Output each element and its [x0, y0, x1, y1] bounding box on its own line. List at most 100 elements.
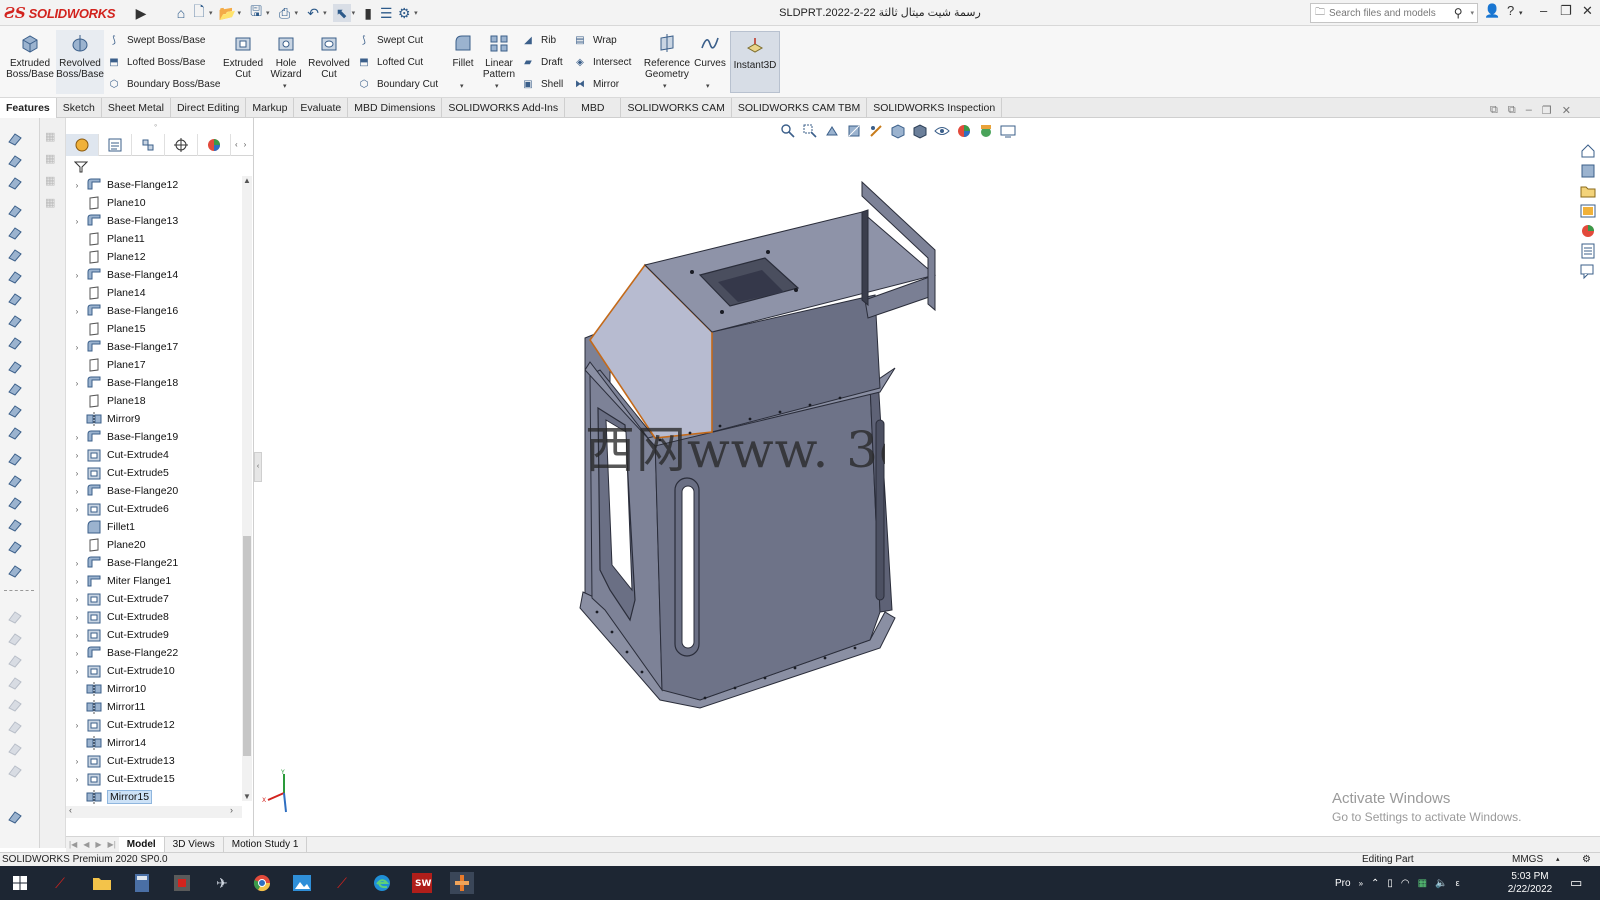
tabs-last-icon[interactable]: ▶|	[105, 840, 119, 849]
customize-status-icon[interactable]: ⚙	[1582, 853, 1591, 866]
pdf-app-icon[interactable]: ⟋	[48, 872, 72, 894]
tree-item[interactable]: › Base-Flange19	[66, 428, 242, 446]
swept-boss-button[interactable]: ⟆ Swept Boss/Base	[106, 31, 205, 49]
closed-corner-icon[interactable]	[6, 740, 24, 758]
windows-start-icon[interactable]	[8, 872, 32, 894]
simple-hole-icon[interactable]	[6, 538, 24, 556]
lofted-boss-button[interactable]: ⬒ Lofted Boss/Base	[106, 53, 205, 71]
boundary-boss-button[interactable]: ⬡ Boundary Boss/Base	[106, 75, 221, 93]
toolbar-icon-1[interactable]: ▦	[45, 130, 55, 143]
tree-item[interactable]: › Base-Flange14	[66, 266, 242, 284]
help-icon[interactable]: ?	[1507, 3, 1514, 18]
taskbar-clock[interactable]: 5:03 PM 2/22/2022	[1504, 870, 1556, 896]
revolved-boss-button[interactable]: Revolved Boss/Base	[56, 30, 104, 94]
more-tools-icon[interactable]	[6, 808, 24, 826]
tree-item[interactable]: › Base-Flange18	[66, 374, 242, 392]
open-folder-icon[interactable]: 📂	[219, 4, 237, 22]
tree-item[interactable]: › Cut-Extrude6	[66, 500, 242, 518]
sheet-metal-part-model[interactable]	[262, 118, 1562, 830]
tabs-prev-icon[interactable]: ◀	[80, 840, 92, 849]
tree-item[interactable]: Mirror10	[66, 680, 242, 698]
show-hidden-icons-icon[interactable]: ⌃	[1371, 878, 1379, 889]
restore-icon[interactable]: ❐	[1560, 3, 1572, 19]
rebuild-icon[interactable]	[6, 630, 24, 648]
tree-item[interactable]: › Cut-Extrude15	[66, 770, 242, 788]
tree-item[interactable]: Fillet1	[66, 518, 242, 536]
sketched-bend-icon[interactable]	[6, 290, 24, 308]
viewport-restore-icon[interactable]: ❐	[1542, 104, 1552, 117]
shell-button[interactable]: ▣ Shell	[520, 75, 563, 93]
expand-arrow-icon[interactable]: ›	[72, 271, 82, 280]
curves-dropdown[interactable]: ▾	[706, 82, 710, 90]
viewport-close-icon[interactable]: ✕	[1562, 104, 1571, 117]
tree-item[interactable]: Plane10	[66, 194, 242, 212]
file-explorer-icon[interactable]	[1579, 182, 1597, 200]
tree-item[interactable]: › Cut-Extrude10	[66, 662, 242, 680]
vent-icon[interactable]	[6, 562, 24, 580]
calculator-icon[interactable]	[130, 872, 154, 894]
edge-icon[interactable]	[370, 872, 394, 894]
corner-trim-icon[interactable]	[6, 718, 24, 736]
hole-wizard-dropdown[interactable]: ▾	[283, 82, 287, 90]
tabs-next-icon[interactable]: ▶	[92, 840, 104, 849]
rip-icon[interactable]	[6, 472, 24, 490]
viewport-tile-icon[interactable]: ⧉	[1490, 104, 1498, 117]
tree-item[interactable]: › Base-Flange22	[66, 644, 242, 662]
chrome-icon[interactable]	[250, 872, 274, 894]
custom-properties-icon[interactable]	[1579, 242, 1597, 260]
app-tray-icon[interactable]: ▦	[1418, 878, 1427, 889]
menu-expand-arrow[interactable]: ▶	[132, 4, 150, 22]
jog-icon[interactable]	[6, 268, 24, 286]
view-palette-icon[interactable]	[1579, 202, 1597, 220]
tab-direct-editing[interactable]: Direct Editing	[171, 98, 247, 118]
help-dropdown-icon[interactable]: ▾	[1519, 9, 1523, 17]
print-icon[interactable]: ⎙	[276, 4, 294, 22]
panel-grip-icon[interactable]: ◦	[154, 120, 157, 130]
units-dropdown-icon[interactable]: ▴	[1556, 853, 1560, 866]
tree-vertical-scrollbar[interactable]: ▲ ▼	[242, 176, 252, 801]
weld-icon[interactable]	[6, 674, 24, 692]
forming-tool-icon[interactable]	[6, 358, 24, 376]
expand-arrow-icon[interactable]: ›	[72, 451, 82, 460]
tree-item[interactable]: Plane14	[66, 284, 242, 302]
expand-arrow-icon[interactable]: ›	[72, 469, 82, 478]
expand-arrow-icon[interactable]: ›	[72, 559, 82, 568]
featuremanager-tab-icon[interactable]	[66, 133, 99, 156]
expand-arrow-icon[interactable]: ›	[72, 649, 82, 658]
active-app-icon[interactable]	[450, 872, 474, 894]
filter-icon[interactable]	[74, 160, 88, 174]
traffic-light-icon[interactable]: ▮	[359, 4, 377, 22]
select-arrow-icon[interactable]: ⬉	[332, 4, 351, 22]
draft-button[interactable]: ▰ Draft	[520, 53, 563, 71]
media-app-icon[interactable]	[170, 872, 194, 894]
user-account-icon[interactable]: 👤	[1484, 3, 1500, 19]
lofted-cut-button[interactable]: ⬒ Lofted Cut	[356, 53, 423, 71]
tab-mbd-dimensions[interactable]: MBD Dimensions	[348, 98, 443, 118]
tray-expand-icon[interactable]: »	[1359, 879, 1363, 888]
mirror-button[interactable]: ⧓ Mirror	[572, 75, 619, 93]
undo-icon[interactable]: ↶	[304, 4, 322, 22]
notifications-icon[interactable]: ▭	[1570, 875, 1582, 891]
flatten-icon[interactable]	[6, 424, 24, 442]
unit-system-selector[interactable]: MMGS	[1512, 853, 1543, 866]
tree-item[interactable]: Mirror15	[66, 788, 242, 806]
solidworks-taskbar-icon[interactable]: SW	[410, 872, 434, 894]
viewport-split-icon[interactable]: ⧉	[1508, 104, 1516, 117]
unfold-icon[interactable]	[6, 380, 24, 398]
expand-arrow-icon[interactable]: ›	[72, 379, 82, 388]
tree-item[interactable]: Plane18	[66, 392, 242, 410]
new-document-icon[interactable]: 🗋	[190, 3, 208, 22]
tree-item[interactable]: › Miter Flange1	[66, 572, 242, 590]
file-explorer-taskbar-icon[interactable]	[90, 872, 114, 894]
tray-label[interactable]: Pro	[1335, 878, 1351, 889]
options-gear-icon[interactable]: ⚙	[395, 4, 413, 22]
expand-arrow-icon[interactable]: ›	[72, 217, 82, 226]
propertymanager-tab-icon[interactable]	[99, 133, 132, 156]
tree-item[interactable]: › Base-Flange17	[66, 338, 242, 356]
break-corner-icon[interactable]	[6, 762, 24, 780]
tree-item[interactable]: › Base-Flange21	[66, 554, 242, 572]
configurationmanager-tab-icon[interactable]	[132, 133, 165, 156]
linear-pattern-button[interactable]: Linear Pattern	[480, 30, 518, 94]
photos-icon[interactable]	[290, 872, 314, 894]
expand-arrow-icon[interactable]: ›	[72, 667, 82, 676]
